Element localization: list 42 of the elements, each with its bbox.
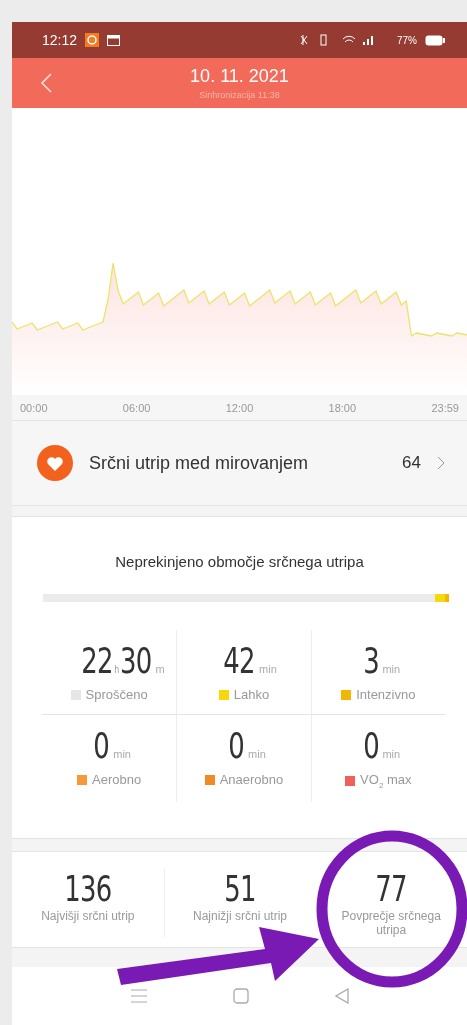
zone-value: 0 xyxy=(93,725,110,766)
zone-unit: m xyxy=(155,663,165,675)
zone-value: 0 xyxy=(228,725,245,766)
home-icon[interactable] xyxy=(232,988,249,1004)
zone-value: 42 xyxy=(223,640,256,681)
summary-value: 77 xyxy=(375,867,407,909)
battery-icon xyxy=(425,34,445,46)
calendar-icon xyxy=(107,34,121,46)
summary-label: Povprečje srčnega utripa xyxy=(340,908,442,937)
zone-value: 0 xyxy=(362,725,379,766)
summary-label: Najvišji srčni utrip xyxy=(40,908,136,923)
date-title: 10. 11. 2021 xyxy=(190,66,289,87)
zone-label: Lahko xyxy=(233,687,270,702)
zone-unit: min xyxy=(113,748,131,760)
back-icon[interactable] xyxy=(334,988,349,1004)
axis-label: 00:00 xyxy=(20,401,48,414)
axis-label: 23:59 xyxy=(431,401,459,414)
resting-label: Srčni utrip med mirovanjem xyxy=(89,452,310,474)
axis-label: 12:00 xyxy=(225,401,254,414)
axis-label: 06:00 xyxy=(122,401,151,414)
chevron-icon xyxy=(437,456,445,470)
zone-label: VO$_{2}$ max xyxy=(360,772,412,790)
zone-label: Anaerobno xyxy=(219,772,284,787)
zone-label: Aerobno xyxy=(92,772,142,787)
zone-unit: min xyxy=(382,748,401,760)
zone-unit: min xyxy=(248,748,266,760)
sync-time: Sinhronizacija 11:38 xyxy=(199,90,280,100)
summary-value: 136 xyxy=(64,867,112,909)
zone-value: 3 xyxy=(362,640,379,681)
app-notification-icon xyxy=(85,33,100,47)
zone-unit: min xyxy=(382,663,401,675)
battery-percent: 77% xyxy=(397,34,417,46)
zone-label: Intenzivno xyxy=(356,687,416,702)
zones-title: Neprekinjeno območje srčnega utripa xyxy=(114,552,365,572)
zone-label: Sproščeno xyxy=(85,687,148,702)
axis-label: 18:00 xyxy=(328,401,357,414)
resting-value: 64 xyxy=(402,453,421,473)
clock: 12:12 xyxy=(42,32,78,48)
summary-value: 51 xyxy=(224,867,256,909)
zone-unit: min xyxy=(259,663,277,675)
menu-icon[interactable] xyxy=(130,989,147,1003)
summary-label: Najnižji srčni utrip xyxy=(191,908,288,923)
